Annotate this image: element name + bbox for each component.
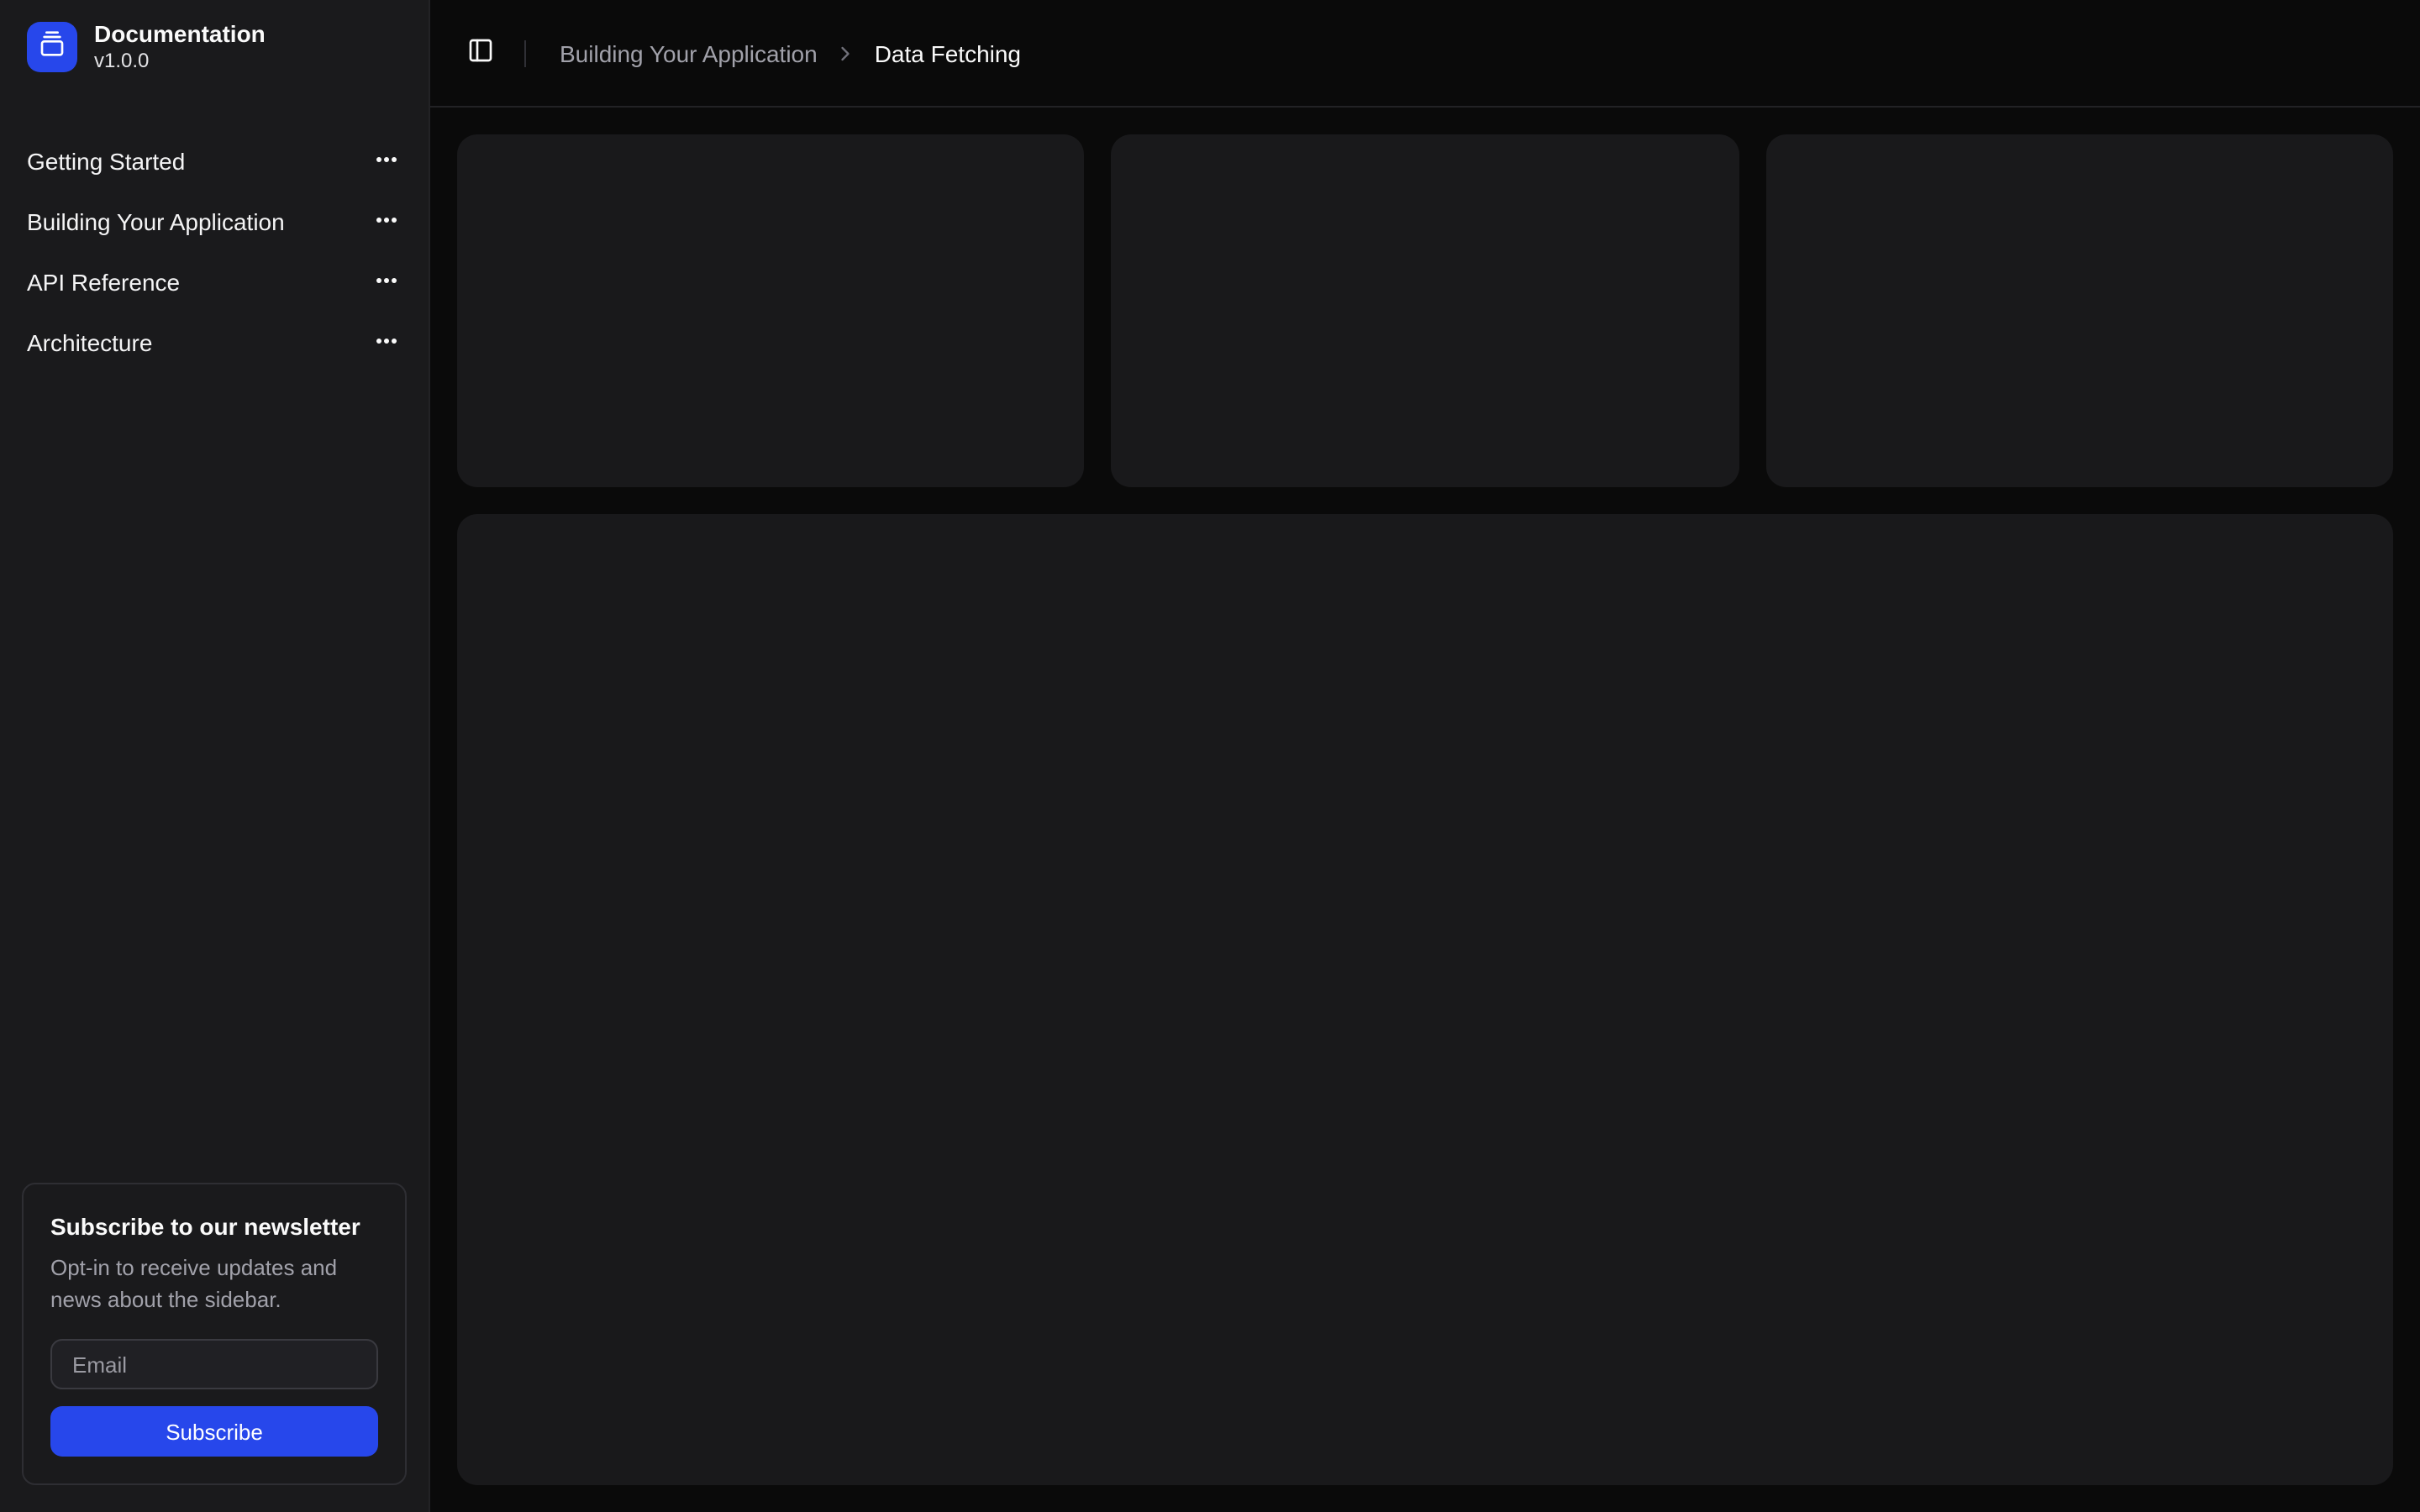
sidebar-menu: Getting Started Building Your Applicatio… xyxy=(0,121,429,383)
ellipsis-icon xyxy=(373,206,400,238)
newsletter-body: Opt-in to receive updates and news about… xyxy=(50,1255,338,1312)
panel-left-icon xyxy=(467,37,494,69)
sidebar-header[interactable]: Documentation v1.0.0 xyxy=(0,0,429,81)
chevron-right-icon xyxy=(834,41,858,65)
app-root: Documentation v1.0.0 Getting Started Bui… xyxy=(0,0,2420,1512)
header-separator xyxy=(524,39,526,66)
menu-action-button[interactable] xyxy=(371,328,402,358)
sidebar-item-label: Getting Started xyxy=(27,148,186,175)
newsletter-card: Subscribe to our newsletter Opt-in to re… xyxy=(22,1183,407,1485)
placeholder-panel xyxy=(457,514,2393,1485)
app-title: Documentation xyxy=(94,20,266,47)
menu-action-button[interactable] xyxy=(371,207,402,237)
subscribe-button[interactable]: Subscribe xyxy=(50,1406,378,1457)
main-header: Building Your Application Data Fetching xyxy=(430,0,2420,108)
breadcrumb-link-building-your-application[interactable]: Building Your Application xyxy=(560,39,818,66)
placeholder-card xyxy=(457,134,1085,487)
email-field[interactable] xyxy=(50,1339,378,1389)
main-area: Building Your Application Data Fetching xyxy=(430,0,2420,1512)
sidebar-item-label: API Reference xyxy=(27,269,181,296)
placeholder-card xyxy=(1765,134,2393,487)
placeholder-card xyxy=(1111,134,1739,487)
ellipsis-icon xyxy=(373,266,400,298)
content xyxy=(430,108,2420,1512)
menu-action-button[interactable] xyxy=(371,146,402,176)
ellipsis-icon xyxy=(373,327,400,359)
sidebar-item-label: Building Your Application xyxy=(27,208,285,235)
sidebar-item-api-reference[interactable]: API Reference xyxy=(13,255,415,309)
app-logo[interactable] xyxy=(27,22,77,72)
app-version: v1.0.0 xyxy=(94,49,150,72)
sidebar-toggle-button[interactable] xyxy=(457,29,504,76)
sidebar-item-getting-started[interactable]: Getting Started xyxy=(13,134,415,188)
sidebar: Documentation v1.0.0 Getting Started Bui… xyxy=(0,0,430,1512)
app-title-block: Documentation v1.0.0 xyxy=(94,20,266,74)
sidebar-item-building-your-application[interactable]: Building Your Application xyxy=(13,195,415,249)
sidebar-item-architecture[interactable]: Architecture xyxy=(13,316,415,370)
menu-action-button[interactable] xyxy=(371,267,402,297)
breadcrumb-current-page: Data Fetching xyxy=(874,39,1022,66)
sidebar-item-label: Architecture xyxy=(27,329,153,356)
newsletter-title: Subscribe to our newsletter xyxy=(50,1213,360,1240)
gallery-vertical-end-icon xyxy=(39,29,66,65)
ellipsis-icon xyxy=(373,145,400,177)
breadcrumb: Building Your Application Data Fetching xyxy=(560,39,1021,66)
placeholder-cards-row xyxy=(457,134,2393,487)
